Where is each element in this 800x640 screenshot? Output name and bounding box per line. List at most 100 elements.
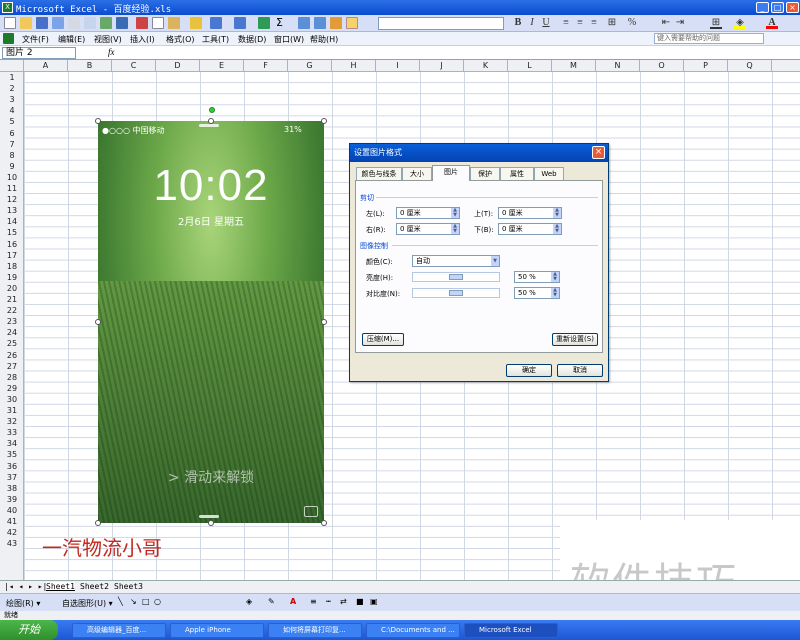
contrast-slider[interactable] [412, 288, 500, 298]
menu-format[interactable]: 格式(O) [166, 34, 195, 45]
chevron-down-icon[interactable]: ▼ [491, 256, 499, 266]
sheet-tab-2[interactable]: Sheet2 [80, 582, 109, 591]
menu-window[interactable]: 窗口(W) [274, 34, 304, 45]
tab-properties[interactable]: 属性 [500, 167, 534, 180]
row-header-40[interactable]: 40 [0, 505, 24, 516]
close-button[interactable]: × [786, 2, 799, 13]
currency-icon[interactable]: % [626, 17, 638, 29]
ok-button[interactable]: 确定 [506, 364, 552, 377]
draw-menu-button[interactable]: 绘图(R) ▾ [6, 598, 40, 609]
resize-handle[interactable] [95, 118, 101, 124]
resize-handle[interactable] [321, 118, 327, 124]
spin-arrows-icon[interactable]: ▲ ▼ [553, 224, 561, 234]
rotate-handle[interactable] [209, 107, 215, 113]
row-header-43[interactable]: 43 [0, 538, 24, 549]
column-header-p[interactable]: P [684, 60, 728, 72]
chart-wizard-icon[interactable] [330, 17, 342, 29]
sheet-tab-1[interactable]: Sheet1 [46, 582, 75, 591]
row-header-29[interactable]: 29 [0, 383, 24, 394]
new-icon[interactable] [4, 17, 16, 29]
row-header-21[interactable]: 21 [0, 294, 24, 305]
rectangle-icon[interactable]: □ [142, 597, 150, 606]
row-header-22[interactable]: 22 [0, 305, 24, 316]
pasted-iphone-lockscreen-image[interactable]: ●○○○ 中国移动 31% 10:02 2月6日 星期五 > 滑动来解锁 [98, 121, 324, 523]
row-header-32[interactable]: 32 [0, 416, 24, 427]
column-header-o[interactable]: O [640, 60, 684, 72]
spin-arrows-icon[interactable]: ▲ ▼ [553, 208, 561, 218]
row-header-36[interactable]: 36 [0, 461, 24, 472]
oval-icon[interactable]: ○ [154, 597, 161, 606]
fx-icon[interactable]: fx [108, 47, 115, 57]
row-header-15[interactable]: 15 [0, 227, 24, 238]
sort-ascending-icon[interactable] [298, 17, 310, 29]
underline-icon[interactable]: U [540, 17, 552, 29]
cut-icon[interactable] [136, 17, 148, 29]
align-right-icon[interactable]: ≡ [588, 17, 600, 29]
spin-arrows-icon[interactable]: ▲ ▼ [451, 208, 459, 218]
column-header-i[interactable]: I [376, 60, 420, 72]
taskbar-item[interactable]: 如何将屏幕打印复... [268, 623, 362, 638]
menu-edit[interactable]: 编辑(E) [58, 34, 85, 45]
menu-file[interactable]: 文件(F) [22, 34, 49, 45]
column-header-j[interactable]: J [420, 60, 464, 72]
spelling-icon[interactable] [100, 17, 112, 29]
row-header-38[interactable]: 38 [0, 483, 24, 494]
arrow-icon[interactable]: ↘ [130, 597, 137, 606]
row-header-7[interactable]: 7 [0, 139, 24, 150]
row-header-5[interactable]: 5 [0, 116, 24, 127]
column-header-m[interactable]: M [552, 60, 596, 72]
row-header-20[interactable]: 20 [0, 283, 24, 294]
row-header-35[interactable]: 35 [0, 449, 24, 460]
open-icon[interactable] [20, 17, 32, 29]
row-header-34[interactable]: 34 [0, 438, 24, 449]
taskbar-item-active[interactable]: Microsoft Excel [464, 623, 558, 638]
column-header-d[interactable]: D [156, 60, 200, 72]
column-header-h[interactable]: H [332, 60, 376, 72]
column-header-l[interactable]: L [508, 60, 552, 72]
crop-right-spinner[interactable]: 0 厘米 ▲ ▼ [396, 223, 460, 235]
line-icon[interactable]: ╲ [118, 597, 123, 606]
sheet-tab-3[interactable]: Sheet3 [114, 582, 143, 591]
column-header-a[interactable]: A [24, 60, 68, 72]
menu-insert[interactable]: 插入(I) [130, 34, 155, 45]
row-header-31[interactable]: 31 [0, 405, 24, 416]
brightness-slider-thumb[interactable] [449, 274, 463, 280]
row-header-25[interactable]: 25 [0, 338, 24, 349]
resize-handle[interactable] [95, 520, 101, 526]
permission-icon[interactable] [52, 17, 64, 29]
save-icon[interactable] [36, 17, 48, 29]
tab-size[interactable]: 大小 [402, 167, 432, 180]
spin-arrows-icon[interactable]: ▲ ▼ [551, 288, 559, 298]
cancel-button[interactable]: 取消 [557, 364, 603, 377]
row-header-18[interactable]: 18 [0, 261, 24, 272]
row-header-37[interactable]: 37 [0, 472, 24, 483]
autoshapes-menu-button[interactable]: 自选图形(U) ▾ [62, 598, 113, 609]
paste-icon[interactable] [168, 17, 180, 29]
print-icon[interactable] [68, 17, 80, 29]
font-color-icon[interactable]: A [290, 597, 296, 606]
row-header-9[interactable]: 9 [0, 161, 24, 172]
row-header-17[interactable]: 17 [0, 250, 24, 261]
column-header-n[interactable]: N [596, 60, 640, 72]
tab-web[interactable]: Web [534, 167, 564, 180]
crop-top-spinner[interactable]: 0 厘米 ▲ ▼ [498, 207, 562, 219]
row-header-23[interactable]: 23 [0, 316, 24, 327]
dash-style-icon[interactable]: ┅ [326, 597, 331, 606]
fill-color-icon[interactable]: ◈ [734, 17, 746, 29]
font-dropdown[interactable] [378, 17, 504, 30]
decrease-indent-icon[interactable]: ⇤ [660, 17, 672, 29]
row-header-12[interactable]: 12 [0, 194, 24, 205]
tab-picture[interactable]: 图片 [432, 165, 470, 181]
contrast-slider-thumb[interactable] [449, 290, 463, 296]
format-painter-icon[interactable] [190, 17, 202, 29]
column-header-g[interactable]: G [288, 60, 332, 72]
spin-arrows-icon[interactable]: ▲ ▼ [551, 272, 559, 282]
merge-center-icon[interactable]: ⊞ [606, 17, 618, 29]
taskbar-item[interactable]: C:\Documents and ... [366, 623, 460, 638]
font-color-icon[interactable]: A [766, 17, 778, 29]
row-header-30[interactable]: 30 [0, 394, 24, 405]
row-header-6[interactable]: 6 [0, 128, 24, 139]
start-button[interactable]: 开始 [0, 620, 58, 640]
undo-icon[interactable] [210, 17, 222, 29]
crop-left-spinner[interactable]: 0 厘米 ▲ ▼ [396, 207, 460, 219]
